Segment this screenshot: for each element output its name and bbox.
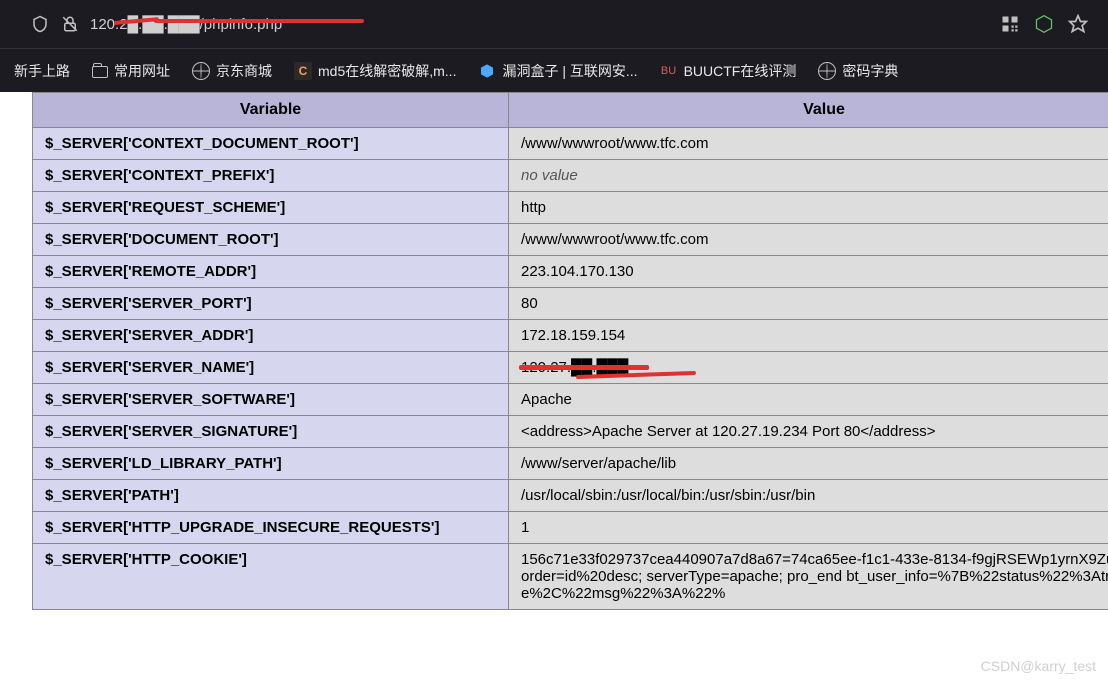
col-header-value: Value xyxy=(509,93,1108,128)
table-row: $_SERVER['SERVER_NAME']120.27.██.███ xyxy=(33,352,1108,384)
table-row: $_SERVER['CONTEXT_DOCUMENT_ROOT']/www/ww… xyxy=(33,128,1108,160)
buu-favicon-icon: BU xyxy=(660,62,678,80)
bookmark-password-dict[interactable]: 密码字典 xyxy=(810,56,906,86)
variable-cell: $_SERVER['SERVER_SIGNATURE'] xyxy=(33,416,509,448)
table-row: $_SERVER['SERVER_SIGNATURE']<address>Apa… xyxy=(33,416,1108,448)
bookmark-vulbox[interactable]: 漏洞盒子 | 互联网安... xyxy=(470,56,645,86)
value-cell: /www/server/apache/lib xyxy=(509,448,1108,480)
phpinfo-table: Variable Value $_SERVER['CONTEXT_DOCUMEN… xyxy=(32,92,1108,610)
bookmark-label: 京东商城 xyxy=(216,61,272,81)
value-cell: 172.18.159.154 xyxy=(509,320,1108,352)
value-cell: 1 xyxy=(509,512,1108,544)
bookmark-label: md5在线解密破解,m... xyxy=(318,61,456,81)
bookmark-getting-started[interactable]: 新手上路 xyxy=(6,56,78,86)
hex-favicon-icon xyxy=(478,62,496,80)
table-row: $_SERVER['SERVER_SOFTWARE']Apache xyxy=(33,384,1108,416)
shield-icon xyxy=(30,14,50,34)
table-row: $_SERVER['REMOTE_ADDR']223.104.170.130 xyxy=(33,256,1108,288)
bookmark-label: 新手上路 xyxy=(14,61,70,81)
bookmark-md5[interactable]: C md5在线解密破解,m... xyxy=(286,56,464,86)
value-cell: 80 xyxy=(509,288,1108,320)
value-cell: http xyxy=(509,192,1108,224)
bookmarks-bar: 新手上路 常用网址 京东商城 C md5在线解密破解,m... 漏洞盒子 | 互… xyxy=(0,48,1108,92)
variable-cell: $_SERVER['REQUEST_SCHEME'] xyxy=(33,192,509,224)
table-row: $_SERVER['SERVER_ADDR']172.18.159.154 xyxy=(33,320,1108,352)
table-row: $_SERVER['HTTP_UPGRADE_INSECURE_REQUESTS… xyxy=(33,512,1108,544)
star-icon[interactable] xyxy=(1068,14,1088,34)
value-cell: 223.104.170.130 xyxy=(509,256,1108,288)
qr-icon[interactable] xyxy=(1000,14,1020,34)
bookmark-label: 密码字典 xyxy=(842,61,898,81)
col-header-variable: Variable xyxy=(33,93,509,128)
value-cell: 156c71e33f029737cea440907a7d8a67=74ca65e… xyxy=(509,544,1108,610)
variable-cell: $_SERVER['LD_LIBRARY_PATH'] xyxy=(33,448,509,480)
value-cell: no value xyxy=(509,160,1108,192)
variable-cell: $_SERVER['DOCUMENT_ROOT'] xyxy=(33,224,509,256)
table-row: $_SERVER['LD_LIBRARY_PATH']/www/server/a… xyxy=(33,448,1108,480)
url-text: 120.2█.██.███/phpinfo.php xyxy=(90,16,282,33)
bookmark-jd[interactable]: 京东商城 xyxy=(184,56,280,86)
variable-cell: $_SERVER['HTTP_COOKIE'] xyxy=(33,544,509,610)
bookmark-label: BUUCTF在线评测 xyxy=(684,61,797,81)
globe-icon xyxy=(818,62,836,80)
address-bar[interactable]: 120.2█.██.███/phpinfo.php xyxy=(12,14,990,34)
table-row: $_SERVER['CONTEXT_PREFIX']no value xyxy=(33,160,1108,192)
table-row: $_SERVER['SERVER_PORT']80 xyxy=(33,288,1108,320)
variable-cell: $_SERVER['SERVER_ADDR'] xyxy=(33,320,509,352)
variable-cell: $_SERVER['SERVER_PORT'] xyxy=(33,288,509,320)
bookmark-label: 漏洞盒子 | 互联网安... xyxy=(502,61,637,81)
table-row: $_SERVER['REQUEST_SCHEME']http xyxy=(33,192,1108,224)
globe-icon xyxy=(192,62,210,80)
variable-cell: $_SERVER['SERVER_SOFTWARE'] xyxy=(33,384,509,416)
folder-icon xyxy=(92,66,108,78)
watermark: CSDN@karry_test xyxy=(981,658,1096,674)
variable-cell: $_SERVER['REMOTE_ADDR'] xyxy=(33,256,509,288)
address-bar-actions xyxy=(1000,14,1088,34)
value-cell: <address>Apache Server at 120.27.19.234 … xyxy=(509,416,1108,448)
value-cell: Apache xyxy=(509,384,1108,416)
bookmark-buuctf[interactable]: BU BUUCTF在线评测 xyxy=(652,56,805,86)
table-row: $_SERVER['DOCUMENT_ROOT']/www/wwwroot/ww… xyxy=(33,224,1108,256)
value-cell: 120.27.██.███ xyxy=(509,352,1108,384)
variable-cell: $_SERVER['CONTEXT_DOCUMENT_ROOT'] xyxy=(33,128,509,160)
value-cell: /www/wwwroot/www.tfc.com xyxy=(509,224,1108,256)
table-row: $_SERVER['HTTP_COOKIE']156c71e33f029737c… xyxy=(33,544,1108,610)
lock-insecure-icon xyxy=(60,14,80,34)
extension-icon[interactable] xyxy=(1034,14,1054,34)
table-row: $_SERVER['PATH']/usr/local/sbin:/usr/loc… xyxy=(33,480,1108,512)
md5-favicon-icon: C xyxy=(294,62,312,80)
variable-cell: $_SERVER['PATH'] xyxy=(33,480,509,512)
variable-cell: $_SERVER['SERVER_NAME'] xyxy=(33,352,509,384)
browser-address-bar: 120.2█.██.███/phpinfo.php xyxy=(0,0,1108,48)
variable-cell: $_SERVER['HTTP_UPGRADE_INSECURE_REQUESTS… xyxy=(33,512,509,544)
variable-cell: $_SERVER['CONTEXT_PREFIX'] xyxy=(33,160,509,192)
value-cell: /usr/local/sbin:/usr/local/bin:/usr/sbin… xyxy=(509,480,1108,512)
page-content: Variable Value $_SERVER['CONTEXT_DOCUMEN… xyxy=(0,92,1108,682)
value-cell: /www/wwwroot/www.tfc.com xyxy=(509,128,1108,160)
bookmark-label: 常用网址 xyxy=(114,61,170,81)
bookmark-common-urls[interactable]: 常用网址 xyxy=(84,56,178,86)
